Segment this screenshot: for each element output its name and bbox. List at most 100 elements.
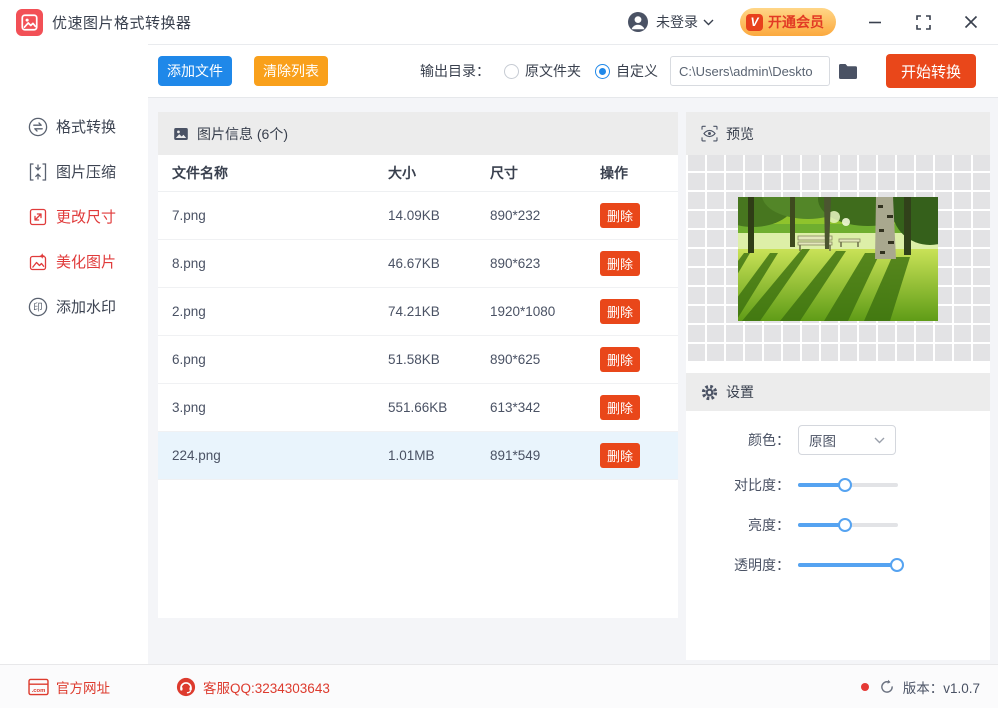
file-panel-title: 图片信息 (6个) <box>197 125 288 142</box>
slider-fill <box>798 563 898 567</box>
maximize-button[interactable] <box>914 13 932 31</box>
table-row[interactable]: 3.png 551.66KB 613*342 删除 <box>158 384 678 432</box>
preview-eye-icon <box>701 125 718 142</box>
add-files-button[interactable]: 添加文件 <box>158 56 232 86</box>
color-dropdown-value: 原图 <box>809 434 836 449</box>
radio-custom-folder[interactable]: 自定义 <box>595 61 658 81</box>
radio-circle-icon <box>595 63 610 79</box>
file-panel: 图片信息 (6个) 文件名称 大小 尺寸 操作 7.png 14.09KB 89… <box>158 112 678 618</box>
table-row[interactable]: 224.png 1.01MB 891*549 删除 <box>158 432 678 480</box>
file-size: 46.67KB <box>388 256 440 271</box>
file-name: 8.png <box>172 256 206 271</box>
column-header-name: 文件名称 <box>172 165 228 181</box>
output-path-input[interactable] <box>670 56 830 86</box>
file-size: 1.01MB <box>388 448 435 463</box>
slider-label: 透明度： <box>734 557 790 573</box>
table-header-row: 文件名称 大小 尺寸 操作 <box>158 155 678 192</box>
color-dropdown[interactable]: 原图 <box>798 425 896 455</box>
refresh-icon <box>880 679 893 693</box>
slider-control[interactable] <box>798 517 898 533</box>
qq-support-label: 客服QQ:3234303643 <box>203 680 330 696</box>
table-row[interactable]: 2.png 74.21KB 1920*1080 删除 <box>158 288 678 336</box>
radio-custom-label: 自定义 <box>616 63 658 79</box>
delete-button[interactable]: 删除 <box>600 443 640 468</box>
file-size: 74.21KB <box>388 304 440 319</box>
file-size: 551.66KB <box>388 400 448 415</box>
slider-row: 亮度： <box>686 515 990 535</box>
sidebar-item-compress[interactable]: 图片压缩 <box>0 149 148 194</box>
delete-button[interactable]: 删除 <box>600 347 640 372</box>
user-avatar-icon <box>628 12 648 32</box>
preview-image <box>738 197 938 321</box>
slider-handle[interactable] <box>838 518 852 532</box>
sidebar-item-label: 更改尺寸 <box>56 209 117 226</box>
file-name: 7.png <box>172 208 206 223</box>
table-row[interactable]: 6.png 51.58KB 890*625 删除 <box>158 336 678 384</box>
file-size: 14.09KB <box>388 208 440 223</box>
table-row[interactable]: 8.png 46.67KB 890*623 删除 <box>158 240 678 288</box>
vip-label: 开通会员 <box>768 14 824 30</box>
chevron-down-icon <box>703 19 714 25</box>
radio-circle-icon <box>504 63 519 79</box>
official-website-label: 官方网址 <box>56 680 110 696</box>
app-logo-icon <box>16 8 43 36</box>
sidebar-item-beautify[interactable]: 美化图片 <box>0 239 148 284</box>
website-com-icon: .com <box>28 678 49 695</box>
sidebar-item-format-convert[interactable]: 格式转换 <box>0 104 148 149</box>
slider-row: 对比度： <box>686 475 990 495</box>
delete-button[interactable]: 删除 <box>600 395 640 420</box>
settings-title: 设置 <box>726 384 754 400</box>
official-website-link[interactable]: .com 官方网址 <box>28 677 110 697</box>
preview-header: 预览 <box>686 112 990 155</box>
panel-gap <box>686 363 990 373</box>
delete-button[interactable]: 删除 <box>600 203 640 228</box>
check-update-button[interactable] <box>879 679 895 695</box>
watermark-icon: 印 <box>27 296 48 317</box>
delete-button[interactable]: 删除 <box>600 299 640 324</box>
file-name: 6.png <box>172 352 206 367</box>
delete-button[interactable]: 删除 <box>600 251 640 276</box>
content-area: 图片信息 (6个) 文件名称 大小 尺寸 操作 7.png 14.09KB 89… <box>148 98 998 664</box>
sidebar-item-watermark[interactable]: 印 添加水印 <box>0 284 148 329</box>
close-button[interactable] <box>962 13 980 31</box>
folder-icon <box>839 63 857 79</box>
column-header-dims: 尺寸 <box>490 165 518 181</box>
file-table-body: 7.png 14.09KB 890*232 删除 8.png 46.67KB 8… <box>158 192 678 480</box>
slider-row: 透明度： <box>686 555 990 575</box>
svg-text:印: 印 <box>33 301 43 313</box>
minimize-button[interactable] <box>866 13 884 31</box>
file-panel-header: 图片信息 (6个) <box>158 112 678 155</box>
clear-list-button[interactable]: 清除列表 <box>254 56 328 86</box>
footer: .com 官方网址 客服QQ:3234303643 版本：v1.0.7 <box>0 664 998 708</box>
table-row[interactable]: 7.png 14.09KB 890*232 删除 <box>158 192 678 240</box>
browse-folder-button[interactable] <box>838 61 860 81</box>
beautify-icon <box>27 251 48 272</box>
color-setting-row: 颜色： 原图 <box>686 425 990 455</box>
file-name: 3.png <box>172 400 206 415</box>
compress-icon <box>27 161 48 182</box>
svg-text:.com: .com <box>32 688 46 694</box>
slider-label: 亮度： <box>748 517 790 533</box>
radio-original-folder[interactable]: 原文件夹 <box>504 61 581 81</box>
slider-control[interactable] <box>798 477 898 493</box>
image-info-icon <box>173 126 189 142</box>
open-vip-button[interactable]: V 开通会员 <box>740 8 836 36</box>
column-header-size: 大小 <box>388 165 416 181</box>
resize-icon <box>27 206 48 227</box>
titlebar: 优速图片格式转换器 未登录 V 开通会员 <box>0 0 998 44</box>
settings-body: 颜色： 原图 对比度： 亮度： 透明度： <box>686 411 990 575</box>
transparency-checkerboard <box>686 155 990 363</box>
sidebar-item-label: 图片压缩 <box>56 164 117 181</box>
account-menu[interactable]: 未登录 <box>627 11 714 33</box>
sidebar-item-resize[interactable]: 更改尺寸 <box>0 194 148 239</box>
qq-support-link[interactable]: 客服QQ:3234303643 <box>176 677 330 697</box>
slider-handle[interactable] <box>890 558 904 572</box>
start-convert-button[interactable]: 开始转换 <box>886 54 976 88</box>
file-size: 51.58KB <box>388 352 440 367</box>
slider-control[interactable] <box>798 557 904 573</box>
color-label: 颜色： <box>748 432 790 448</box>
preview-title: 预览 <box>726 125 754 142</box>
status-dot <box>860 682 869 691</box>
slider-handle[interactable] <box>838 478 852 492</box>
file-dims: 891*549 <box>490 448 541 463</box>
